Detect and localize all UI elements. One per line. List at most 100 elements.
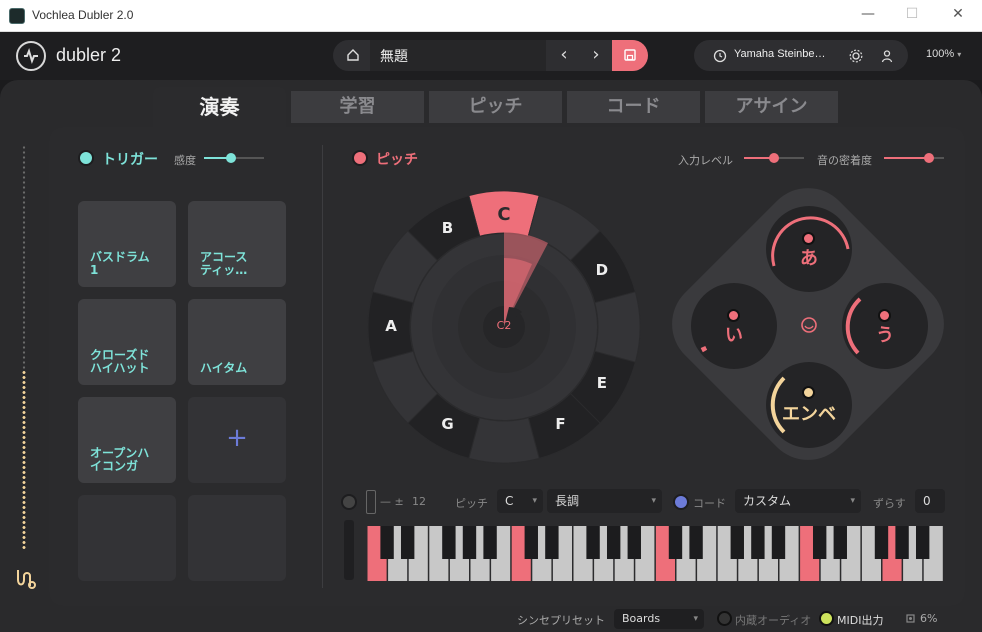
scale-select[interactable]: 長調 ▾ [547, 489, 662, 513]
empty-pad[interactable] [78, 495, 176, 581]
synth-preset-select[interactable]: Boards ▾ [614, 609, 704, 629]
zoom-selector[interactable]: 100% ▾ [926, 48, 961, 60]
chord-toggle[interactable] [675, 496, 687, 508]
pitch-bend-strip[interactable] [344, 520, 354, 580]
account-button[interactable] [874, 40, 902, 71]
add-pad-button[interactable]: + [188, 397, 286, 483]
chord-label: コード [693, 497, 726, 510]
user-icon [881, 50, 893, 63]
tab-learn[interactable]: 学習 [291, 91, 424, 123]
empty-pad[interactable] [188, 495, 286, 581]
current-note: C2 [496, 319, 512, 332]
chord-select[interactable]: カスタム ▾ [735, 489, 861, 513]
tab-pitch[interactable]: ピッチ [429, 91, 562, 123]
window-title: Vochlea Dubler 2.0 [32, 8, 134, 22]
vowel-i-pad[interactable]: い [691, 283, 777, 369]
trigger-pad[interactable]: バスドラム 1 [78, 201, 176, 287]
input-level-label: 入力レベル [678, 154, 733, 167]
pitch-label: ピッチ [455, 497, 488, 510]
prev-preset-button[interactable]: ‹ [549, 40, 579, 71]
input-level-slider[interactable] [744, 150, 804, 166]
pad-label: ハイタム [200, 361, 248, 375]
black-key[interactable] [442, 526, 456, 559]
black-key[interactable] [771, 526, 786, 559]
envelope-pad[interactable]: エンベ [766, 362, 852, 448]
black-key[interactable] [730, 526, 744, 559]
black-key[interactable] [833, 526, 847, 559]
pad-label: クローズド ハイハット [90, 348, 150, 375]
trigger-pad[interactable]: クローズド ハイハット [78, 299, 176, 385]
black-key[interactable] [483, 526, 497, 559]
octave-toggle[interactable] [343, 496, 355, 508]
black-key[interactable] [380, 526, 394, 559]
wheel-note-label: B [441, 219, 454, 238]
tab-play[interactable]: 演奏 [153, 87, 286, 127]
key-select[interactable]: C ▾ [497, 489, 543, 513]
scale-value: 長調 [555, 494, 580, 508]
black-key[interactable] [524, 526, 538, 559]
density-slider[interactable] [884, 150, 944, 166]
shift-value: 0 [923, 494, 931, 508]
preset-name-field[interactable]: 無題 [370, 40, 546, 71]
black-key[interactable] [400, 526, 415, 559]
sensitivity-slider[interactable] [204, 150, 264, 166]
maximize-button[interactable]: ☐ [902, 6, 922, 22]
range-minus-plus: — ± [380, 495, 404, 508]
trigger-pad[interactable]: アコース ティッ… [188, 201, 286, 287]
dubler-logo-icon [16, 41, 46, 71]
black-key[interactable] [874, 526, 889, 559]
wheel-note-label: A [385, 317, 397, 335]
settings-button[interactable] [842, 40, 870, 71]
next-preset-button[interactable]: › [581, 40, 611, 71]
midi-out-toggle[interactable] [821, 613, 832, 624]
cpu-usage: 6% [920, 612, 938, 625]
wheel-note-label: G [441, 414, 454, 433]
black-key[interactable] [915, 526, 930, 559]
pitch-toggle[interactable] [354, 152, 366, 164]
black-key[interactable] [668, 526, 683, 559]
audio-device-selector[interactable]: Yamaha Steinbe… [700, 40, 840, 71]
internal-audio-toggle[interactable] [719, 613, 730, 624]
trigger-pad[interactable]: ハイタム [188, 299, 286, 385]
trigger-pad[interactable]: オープンハ イコンガ [78, 397, 176, 483]
tab-assign[interactable]: アサイン [705, 91, 838, 123]
home-button[interactable] [338, 40, 368, 71]
black-key[interactable] [545, 526, 559, 559]
black-key[interactable] [462, 526, 477, 559]
range-value: 12 [412, 495, 426, 508]
black-key[interactable] [895, 526, 909, 559]
zoom-value: 100% [926, 48, 955, 60]
save-icon [624, 49, 636, 61]
trigger-toggle[interactable] [80, 152, 92, 164]
shift-input[interactable]: 0 [915, 489, 945, 513]
synth-preset-label: シンセプリセット [517, 614, 605, 627]
close-button[interactable]: ✕ [948, 6, 968, 22]
octave-slider-icon[interactable] [366, 490, 376, 514]
tab-chord[interactable]: コード [567, 91, 700, 123]
shift-label: ずらす [873, 497, 906, 510]
save-button[interactable] [612, 40, 648, 71]
chevron-down-icon: ▾ [532, 496, 537, 506]
density-label: 音の密着度 [817, 154, 872, 167]
black-key[interactable] [586, 526, 600, 559]
black-key[interactable] [627, 526, 641, 559]
minimize-button[interactable]: — [858, 6, 878, 22]
midi-out-label: MIDI出力 [837, 614, 884, 627]
key-value: C [505, 494, 514, 508]
envelope-label: エンベ [782, 404, 836, 425]
mic-gain-icon[interactable] [14, 566, 38, 590]
black-key[interactable] [689, 526, 703, 559]
black-key[interactable] [606, 526, 621, 559]
pad-label: バスドラム 1 [90, 250, 150, 277]
device-name: Yamaha Steinbe… [734, 48, 826, 60]
black-key[interactable] [812, 526, 827, 559]
vowel-u-label: う [876, 325, 894, 346]
black-key[interactable] [751, 526, 765, 559]
vowel-u-pad[interactable]: う [842, 283, 928, 369]
keyboard[interactable] [367, 526, 947, 581]
window-titlebar: Vochlea Dubler 2.0 — ☐ ✕ [0, 0, 982, 32]
internal-audio-label: 内蔵オーディオ [735, 614, 812, 627]
vowel-a-pad[interactable]: あ [766, 206, 852, 292]
pad-label: オープンハ イコンガ [90, 446, 150, 473]
home-icon [347, 49, 359, 61]
